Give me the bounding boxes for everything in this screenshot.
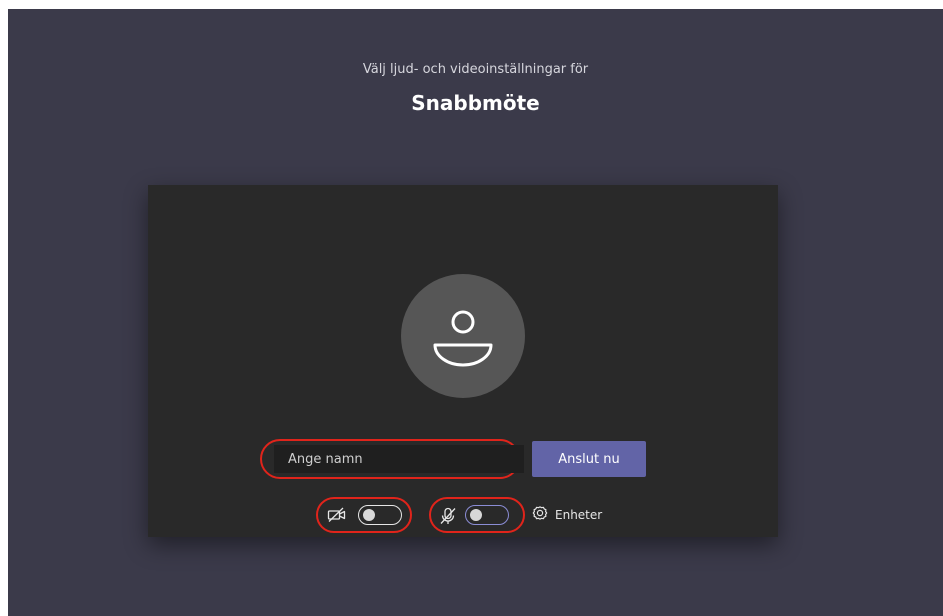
gear-icon [531,504,549,526]
video-toggle-knob [363,509,375,521]
app-window: Välj ljud- och videoinställningar för Sn… [8,9,943,616]
video-control [316,497,412,533]
prejoin-panel: Anslut nu [148,185,778,537]
camera-off-icon [327,507,347,527]
device-settings-button[interactable]: Enheter [531,503,602,527]
name-field-highlight [260,439,524,479]
mic-toggle[interactable] [465,505,509,525]
person-icon [433,310,493,367]
join-now-button[interactable]: Anslut nu [532,441,646,477]
avatar [401,274,525,398]
meeting-subtitle: Välj ljud- och videoinställningar för [362,62,589,77]
mic-off-icon [439,507,457,529]
device-settings-label: Enheter [555,508,603,522]
meeting-title: Snabbmöte [411,91,540,115]
name-input[interactable] [274,445,524,473]
video-toggle[interactable] [358,505,402,525]
mic-control [429,497,525,533]
mic-toggle-knob [470,509,482,521]
